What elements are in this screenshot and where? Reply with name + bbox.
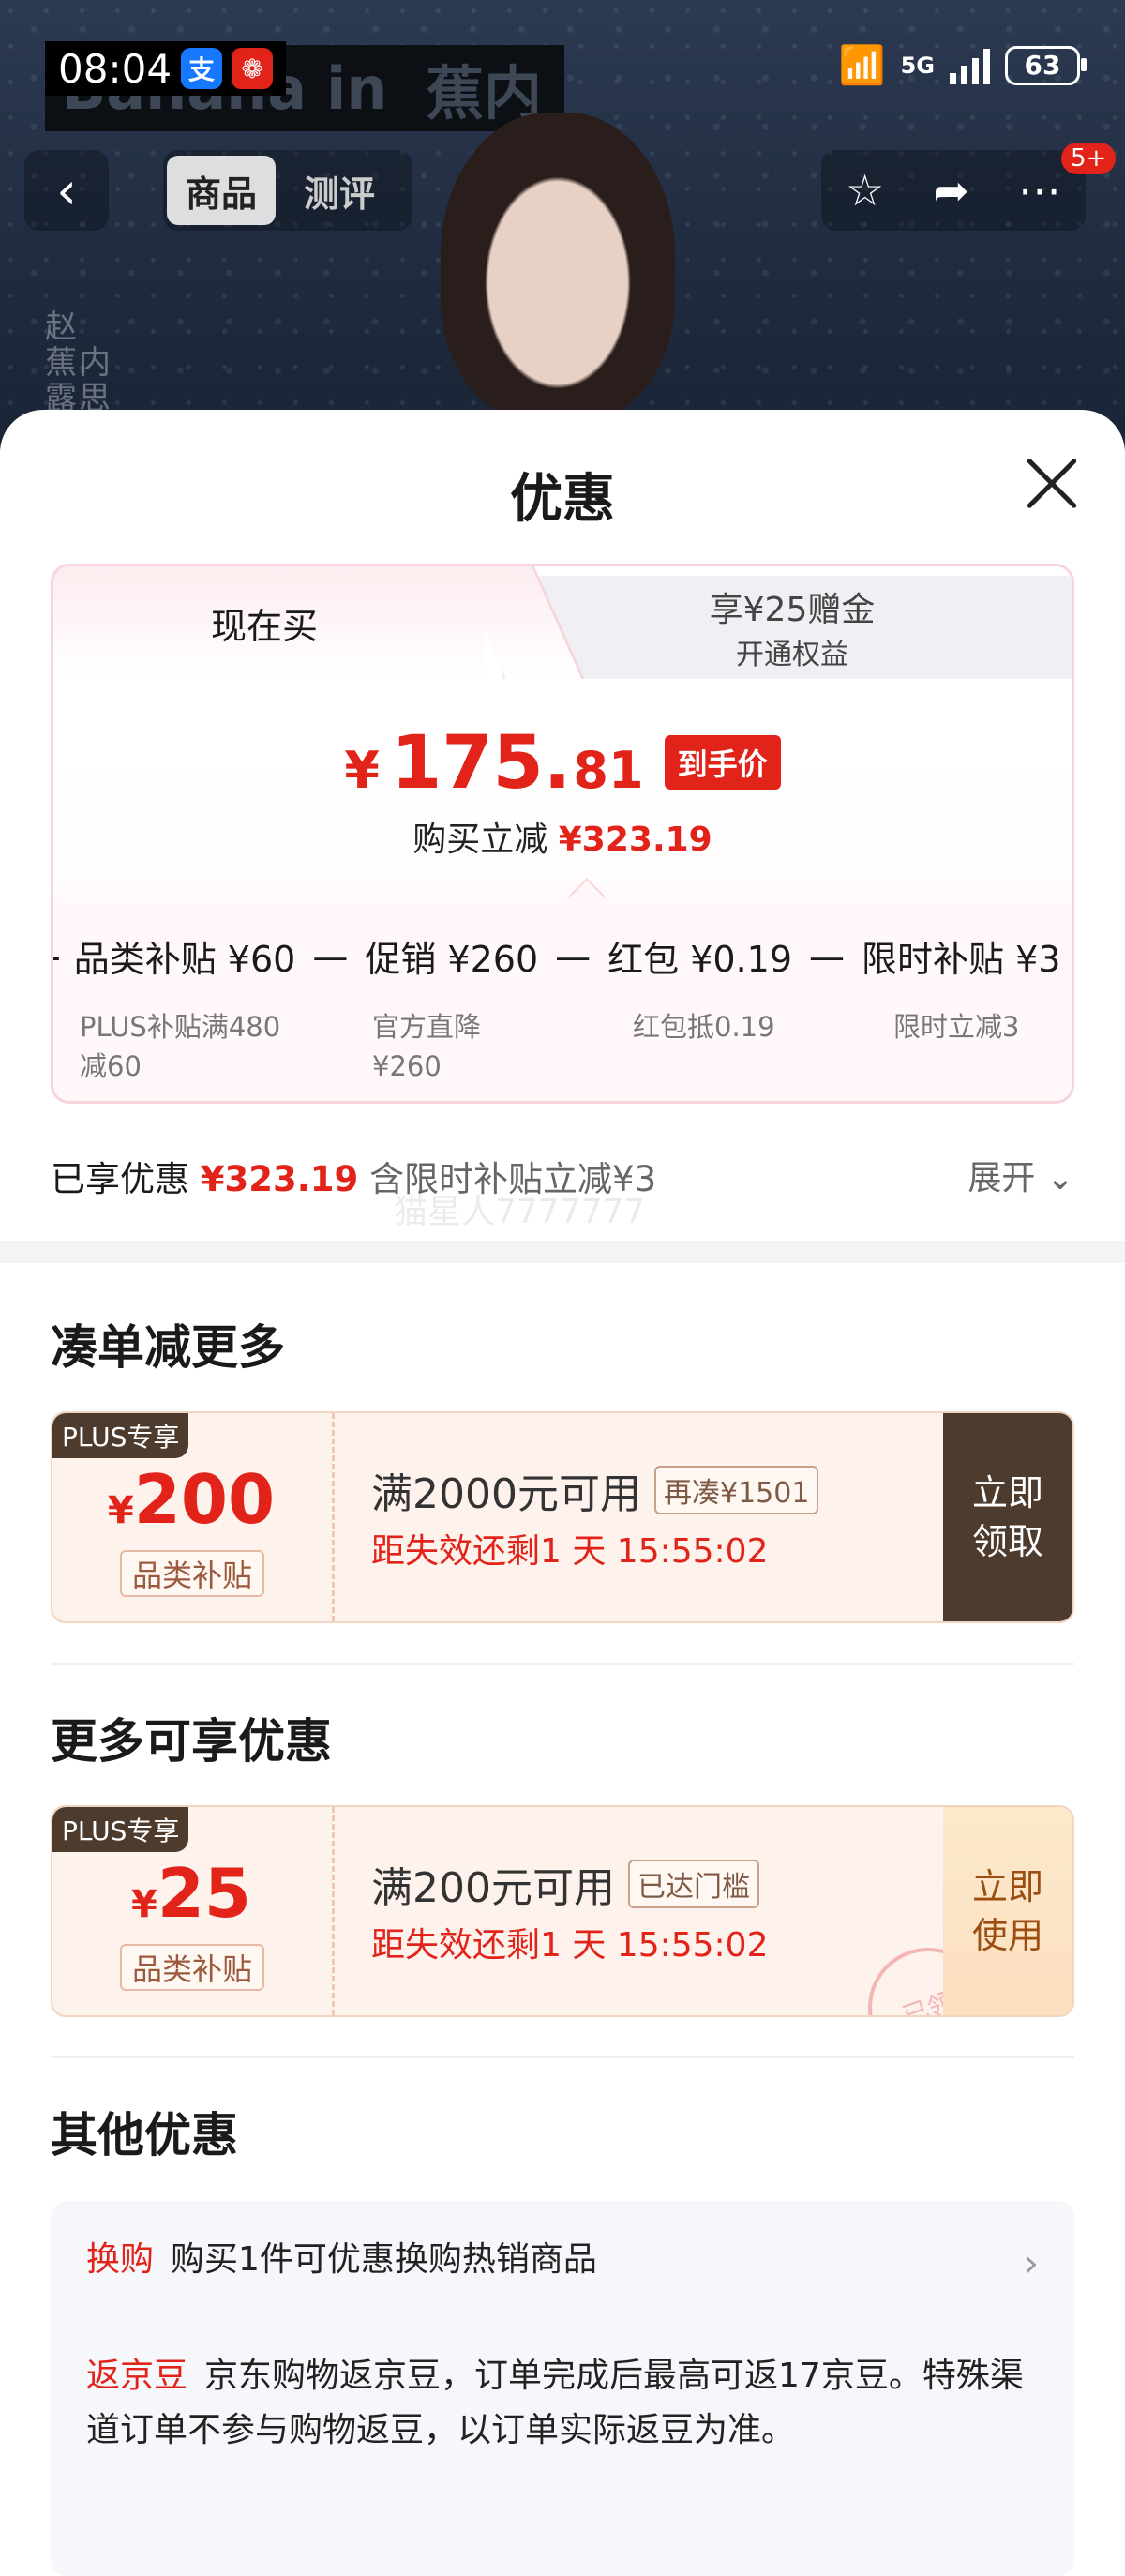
price-decimal: 81 <box>573 741 644 800</box>
chevron-right-icon[interactable]: › <box>1024 2242 1039 2285</box>
section-title-other: 其他优惠 <box>51 2108 238 2162</box>
save-amount: ¥323.19 <box>558 821 712 859</box>
more-icon[interactable]: ⋯ <box>1018 165 1061 216</box>
breakdown-category: 品类补贴 ¥60 <box>73 939 296 980</box>
status-right: 📶 5G 63 <box>838 43 1087 87</box>
coupon-card: PLUS专享 ¥200 品类补贴 满2000元可用 再凑¥1501 距失效还剩1… <box>51 1411 1074 1623</box>
wifi-icon: 📶 <box>838 44 886 87</box>
watermark: 猫星人7777777 <box>394 1193 646 1231</box>
signal-icon <box>950 47 990 84</box>
tab-product[interactable]: 商品 <box>167 156 277 225</box>
section-title-more: 凑单减更多 <box>51 1320 285 1375</box>
breakdown-promo-sub: 官方直降¥260 <box>372 1011 482 1082</box>
price-integer: 175. <box>390 721 572 806</box>
jd-beans-text: 京东购物返京豆，订单完成后最高可返17京豆。特殊渠道订单不参与购物返豆，以订单实… <box>86 2357 1024 2449</box>
coupon-value: 200 <box>133 1460 276 1539</box>
coupon-threshold: 满2000元可用 <box>371 1470 641 1518</box>
coupon-condition: 满200元可用 已达门槛 <box>371 1854 759 1914</box>
plus-exclusive-badge: PLUS专享 <box>52 1807 189 1852</box>
breakdown-promo: 促销 ¥260 <box>365 939 539 980</box>
coupon-amount: ¥200 <box>52 1460 330 1539</box>
coupon-currency: ¥ <box>107 1489 134 1532</box>
tab-buy-now-label: 现在买 <box>210 605 318 647</box>
back-arrow-icon: ‹ <box>56 160 77 220</box>
tab-buy-now[interactable]: 现在买 <box>53 566 485 679</box>
exchange-tag: 换购 <box>86 2240 155 2279</box>
network-type: 5G <box>900 52 935 79</box>
save-line: 购买立减 ¥323.19 <box>53 812 1072 861</box>
price-currency: ¥ <box>344 741 380 800</box>
final-price-badge: 到手价 <box>664 735 781 790</box>
close-icon[interactable] <box>1024 455 1080 511</box>
app-notification-icon: ❁ <box>232 48 274 89</box>
coupon-perforation <box>332 1413 335 1621</box>
claim-button-label: 立即领取 <box>971 1472 1043 1562</box>
other-offers-box: 换购 购买1件可优惠换购热销商品 › 返京豆 京东购物返京豆，订单完成后最高可返17… <box>51 2201 1074 2576</box>
jd-beans-row: 返京豆 京东购物返京豆，订单完成后最高可返17京豆。特殊渠道订单不参与购物返豆，以… <box>86 2349 1024 2458</box>
use-coupon-button[interactable]: 立即使用 <box>943 1807 1072 2015</box>
plus-exclusive-badge: PLUS专享 <box>52 1413 189 1458</box>
battery-level: 63 <box>1024 50 1061 81</box>
coupon-threshold: 满200元可用 <box>371 1864 615 1912</box>
breakdown-category-sub: PLUS补贴满480减60 <box>80 1011 281 1082</box>
tab-review[interactable]: 测评 <box>285 156 394 225</box>
battery-icon: 63 <box>1005 45 1087 85</box>
message-badge: 5+ <box>1061 143 1117 174</box>
status-bar: 08:04 支 ❁ 📶 5G 63 <box>0 0 1125 131</box>
exchange-offer-row[interactable]: 换购 购买1件可优惠换购热销商品 <box>86 2233 1024 2287</box>
nav-tabs: 商品 测评 <box>163 150 412 231</box>
plus-tab-line1: 享¥25赠金 <box>709 591 876 629</box>
breakdown-limited-sub: 限时立减3 <box>893 1011 1020 1043</box>
exchange-text: 购买1件可优惠换购热销商品 <box>171 2240 597 2279</box>
enjoyed-amount: ¥323.19 <box>200 1159 359 1199</box>
save-label: 购买立减 <box>412 821 548 859</box>
status-time: 08:04 <box>58 45 172 92</box>
minus-sign: - <box>53 936 61 977</box>
coupon-threshold-met-pill: 已达门槛 <box>627 1860 759 1908</box>
use-button-label: 立即使用 <box>971 1866 1043 1956</box>
back-button[interactable]: ‹ <box>24 150 109 231</box>
minus-sign: — <box>555 935 592 977</box>
discount-sheet: 优惠 享¥25赠金 开通权益 现在买 ¥175. 81 到手价 购买立减 ¥323… <box>0 410 1125 2576</box>
favorite-star-icon[interactable]: ☆ <box>846 165 884 216</box>
claim-coupon-button[interactable]: 立即领取 <box>943 1413 1072 1621</box>
coupon-countdown: 距失效还剩1 天 15:55:02 <box>371 1532 769 1571</box>
coupon-category: 品类补贴 <box>120 1944 264 1991</box>
breakdown-limited: 限时补贴 ¥3 <box>862 939 1061 980</box>
coupon-perforation <box>332 1807 335 2015</box>
section-divider <box>0 1241 1125 1263</box>
section-title-available: 更多可享优惠 <box>51 1714 332 1769</box>
alipay-icon: 支 <box>181 48 223 89</box>
coupon-remaining-pill: 再凑¥1501 <box>653 1466 819 1514</box>
chevron-down-icon: ⌄ <box>1045 1159 1074 1198</box>
breakdown-redpacket: 红包 ¥0.19 <box>608 939 793 980</box>
coupon-countdown: 距失效还剩1 天 15:55:02 <box>371 1926 769 1965</box>
final-price: ¥175. 81 到手价 <box>53 721 1072 806</box>
tab-plus-benefit[interactable]: 享¥25赠金 开通权益 <box>502 576 1072 679</box>
sheet-title: 优惠 <box>510 469 615 530</box>
coupon-condition: 满2000元可用 再凑¥1501 <box>371 1460 819 1520</box>
enjoyed-label: 已享优惠 <box>51 1159 189 1199</box>
breakdown-row: - 品类补贴 ¥60 — 促销 ¥260 — 红包 ¥0.19 — 限时补贴 ¥… <box>53 930 1072 982</box>
divider <box>51 1663 1074 1665</box>
price-card: 享¥25赠金 开通权益 现在买 ¥175. 81 到手价 购买立减 ¥323.19… <box>51 564 1074 1104</box>
divider <box>51 2056 1074 2058</box>
breakdown-redpacket-sub: 红包抵0.19 <box>633 1011 775 1043</box>
expand-button[interactable]: 展开 ⌄ <box>968 1151 1074 1199</box>
status-left: 08:04 支 ❁ <box>45 41 287 96</box>
jd-beans-tag: 返京豆 <box>86 2357 188 2395</box>
expand-label: 展开 <box>968 1159 1036 1198</box>
coupon-category: 品类补贴 <box>120 1550 264 1597</box>
coupon-currency: ¥ <box>130 1883 158 1926</box>
share-icon[interactable]: ➦ <box>933 165 969 216</box>
nav-actions: ☆ ➦ ⋯ <box>821 150 1086 231</box>
minus-sign: — <box>312 935 349 977</box>
plus-tab-line2: 开通权益 <box>736 639 848 671</box>
minus-sign: — <box>809 935 846 977</box>
coupon-value: 25 <box>157 1854 252 1933</box>
coupon-card: PLUS专享 ¥25 品类补贴 满200元可用 已达门槛 距失效还剩1 天 15… <box>51 1805 1074 2017</box>
product-nav-bar: ‹ 商品 测评 ☆ ➦ ⋯ 5+ <box>0 143 1125 233</box>
coupon-amount: ¥25 <box>52 1854 330 1933</box>
